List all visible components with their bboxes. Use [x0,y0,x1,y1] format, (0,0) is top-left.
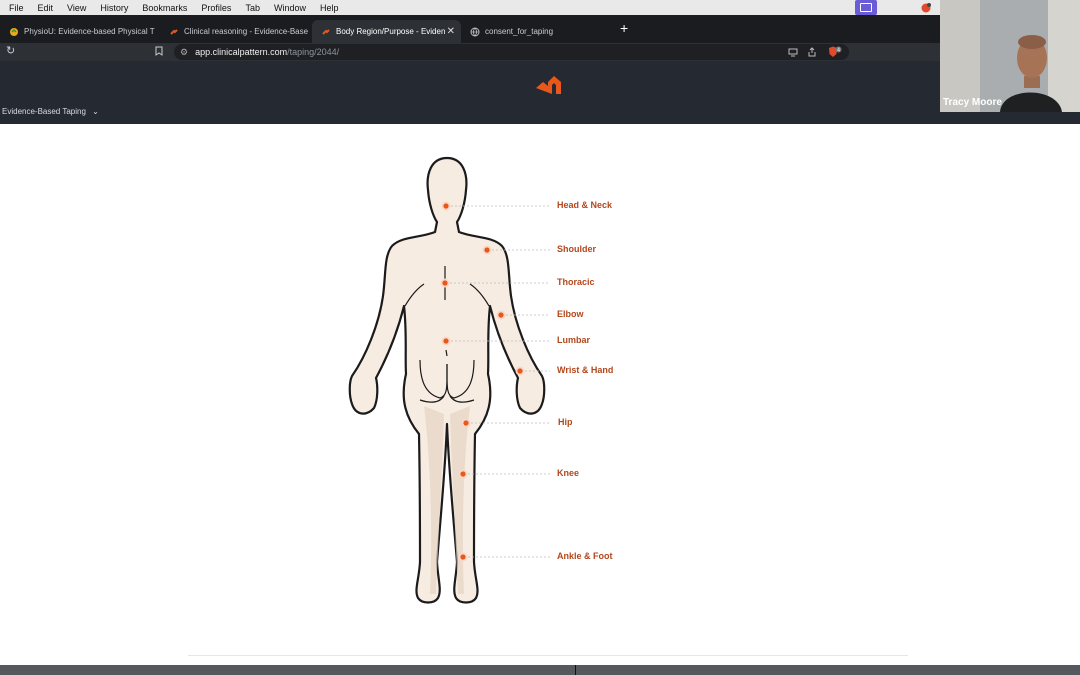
participant-video-image [940,0,1080,112]
region-marker-elbow[interactable] [498,312,504,318]
region-marker-wrist-hand[interactable] [517,368,523,374]
nav-label: Evidence-Based Taping [2,107,86,116]
body-region-canvas: Head & Neck Shoulder Thoracic Elbow Lumb… [0,124,1080,665]
tab-body-region[interactable]: Body Region/Purpose - Eviden ✕ [312,20,461,43]
dock-strip [0,665,1080,675]
body-diagram [185,154,605,644]
clinicalpattern-logo[interactable] [534,72,564,96]
physiou-favicon-icon [10,27,18,36]
menu-profiles[interactable]: Profiles [201,3,231,13]
url-field[interactable]: ⚙ app.clinicalpattern.com/taping/2044/ 4 [174,44,849,60]
region-marker-head-neck[interactable] [443,203,449,209]
menu-bar: File Edit View History Bookmarks Profile… [0,0,1080,15]
region-label-knee[interactable]: Knee [557,468,579,478]
region-marker-lumbar[interactable] [443,338,449,344]
region-label-hip[interactable]: Hip [558,417,573,427]
chevron-down-icon: ⌄ [92,107,99,116]
region-label-wrist-hand[interactable]: Wrist & Hand [557,365,613,375]
region-marker-hip[interactable] [463,420,469,426]
region-label-ankle-foot[interactable]: Ankle & Foot [557,551,613,561]
menu-file[interactable]: File [9,3,24,13]
taping-nav-dropdown[interactable]: Evidence-Based Taping ⌄ [2,107,99,116]
tab-bar: PhysioU: Evidence-based Physical T Clini… [0,15,940,43]
tab-label: consent_for_taping [485,27,554,36]
participant-name: Tracy Moore [943,97,1002,108]
reload-icon[interactable]: ↻ [6,46,15,57]
bookmark-icon[interactable] [155,46,163,56]
url-path: /taping/2044/ [287,47,340,57]
tab-clinical-reasoning[interactable]: Clinical reasoning - Evidence-Base [160,20,310,43]
region-marker-ankle-foot[interactable] [460,554,466,560]
new-tab-button[interactable]: + [620,21,628,35]
url-host: app.clinicalpattern.com [195,47,288,57]
app-header: Evidence-Based Taping ⌄ [0,61,940,124]
header-strip [940,112,1080,124]
content-divider [188,655,908,656]
menu-tab[interactable]: Tab [245,3,260,13]
menu-edit[interactable]: Edit [38,3,54,13]
region-label-elbow[interactable]: Elbow [557,309,584,319]
region-marker-thoracic[interactable] [442,280,448,286]
region-label-head-neck[interactable]: Head & Neck [557,200,612,210]
menu-bookmarks[interactable]: Bookmarks [142,3,187,13]
share-icon[interactable] [807,47,817,57]
extension-status-icon[interactable] [920,2,932,13]
clinicalpattern-favicon-icon [170,28,178,35]
globe-icon [470,27,480,36]
region-marker-knee[interactable] [460,471,466,477]
menu-window[interactable]: Window [274,3,306,13]
region-label-lumbar[interactable]: Lumbar [557,335,590,345]
address-bar-area: ↻ ⚙ app.clinicalpattern.com/taping/2044/… [0,43,940,61]
menu-view[interactable]: View [67,3,86,13]
tab-label: PhysioU: Evidence-based Physical T [24,27,155,36]
tab-consent[interactable]: consent_for_taping [461,20,611,43]
cast-icon[interactable] [788,47,798,57]
video-call-tile[interactable]: Tracy Moore [940,0,1080,112]
region-label-shoulder[interactable]: Shoulder [557,244,596,254]
tab-label: Body Region/Purpose - Eviden [336,27,446,36]
region-marker-shoulder[interactable] [484,247,490,253]
clinicalpattern-favicon-icon [322,28,330,35]
extension-badge: 4 [837,47,840,53]
screen-share-icon[interactable] [855,0,877,15]
brave-shield-icon[interactable]: 4 [828,46,842,58]
region-label-thoracic[interactable]: Thoracic [557,277,595,287]
tab-physiou[interactable]: PhysioU: Evidence-based Physical T [0,20,160,43]
tab-close-icon[interactable]: ✕ [447,26,455,37]
tab-label: Clinical reasoning - Evidence-Base [184,27,309,36]
menu-help[interactable]: Help [320,3,339,13]
dock-separator [575,665,576,675]
site-info-icon[interactable]: ⚙ [180,47,188,58]
menu-history[interactable]: History [100,3,128,13]
